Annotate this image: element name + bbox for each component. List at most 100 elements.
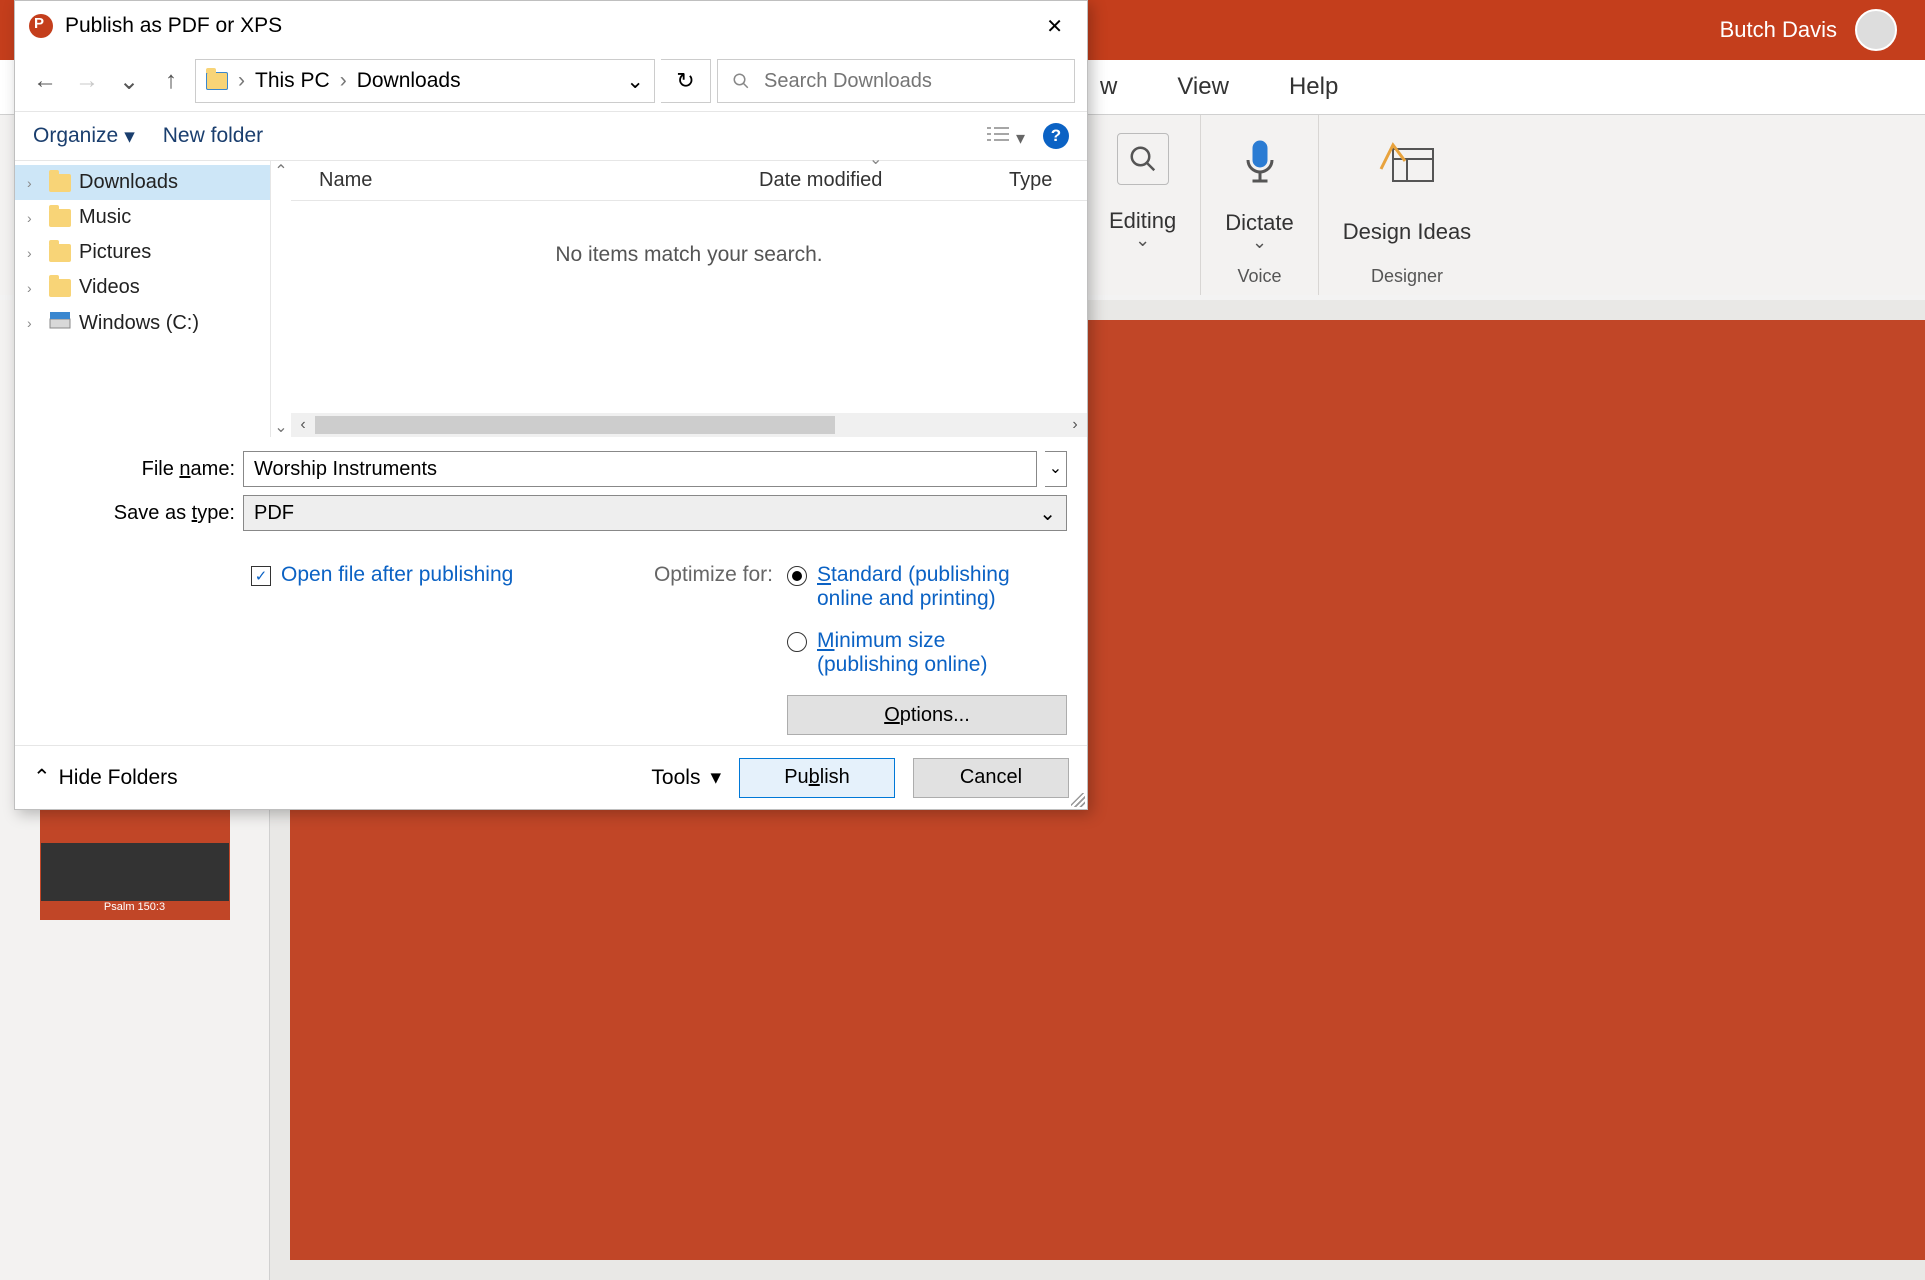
help-button[interactable]: ? bbox=[1043, 123, 1069, 149]
chevron-right-icon: › bbox=[27, 175, 41, 191]
radio-icon bbox=[787, 566, 807, 586]
tools-label: Tools bbox=[651, 766, 700, 790]
horizontal-scrollbar[interactable]: ‹ › bbox=[291, 413, 1087, 437]
scroll-left-icon[interactable]: ‹ bbox=[291, 413, 315, 437]
savetype-label: Save as type: bbox=[35, 502, 235, 525]
chevron-right-icon: › bbox=[27, 280, 41, 296]
column-type[interactable]: Type bbox=[1009, 169, 1052, 192]
checkbox-icon: ✓ bbox=[251, 566, 271, 586]
nav-row: ← → ⌄ ↑ › This PC › Downloads ⌄ ↻ bbox=[15, 51, 1087, 111]
folder-icon bbox=[49, 209, 71, 227]
drive-icon bbox=[49, 311, 71, 335]
chevron-down-icon[interactable]: ⌄ bbox=[1045, 451, 1067, 487]
publish-button[interactable]: Publish bbox=[739, 758, 895, 798]
tree-item-videos[interactable]: › Videos bbox=[15, 270, 270, 305]
scroll-up-icon[interactable]: ⌃ bbox=[274, 161, 287, 181]
column-date[interactable]: Date modified bbox=[759, 169, 1009, 192]
dialog-footer: ⌃ Hide Folders Tools ▾ Publish Cancel bbox=[15, 745, 1087, 809]
optimize-label: Optimize for: bbox=[654, 563, 773, 735]
tree-label: Downloads bbox=[79, 171, 178, 194]
powerpoint-icon bbox=[29, 14, 53, 38]
scroll-right-icon[interactable]: › bbox=[1063, 413, 1087, 437]
tools-dropdown[interactable]: Tools ▾ bbox=[651, 765, 721, 790]
open-after-checkbox[interactable]: ✓ Open file after publishing bbox=[251, 563, 513, 735]
column-name[interactable]: Name bbox=[319, 169, 759, 192]
tree-scrollbar[interactable]: ⌃ ⌄ bbox=[271, 161, 291, 437]
up-button[interactable]: ↑ bbox=[153, 63, 189, 99]
breadcrumb-bar[interactable]: › This PC › Downloads ⌄ bbox=[195, 59, 655, 103]
chevron-down-icon[interactable]: ⌄ bbox=[626, 69, 644, 94]
avatar[interactable] bbox=[1855, 9, 1897, 51]
scrollbar-thumb[interactable] bbox=[315, 416, 835, 434]
tree-label: Videos bbox=[79, 276, 140, 299]
tree-label: Windows (C:) bbox=[79, 312, 199, 335]
open-after-label: Open file after publishing bbox=[281, 563, 513, 587]
search-input[interactable] bbox=[764, 70, 1060, 93]
hide-folders-label: Hide Folders bbox=[59, 766, 178, 790]
search-box[interactable] bbox=[717, 59, 1075, 103]
ribbon-designer-group[interactable]: Design Ideas Designer bbox=[1319, 115, 1495, 295]
filename-label: File name: bbox=[35, 458, 235, 481]
tree-item-pictures[interactable]: › Pictures bbox=[15, 235, 270, 270]
forward-button[interactable]: → bbox=[69, 63, 105, 99]
empty-state-label: No items match your search. bbox=[555, 243, 822, 267]
radio-icon bbox=[787, 632, 807, 652]
folder-icon bbox=[49, 174, 71, 192]
view-options-button[interactable]: ▾ bbox=[985, 124, 1025, 149]
options-button[interactable]: Options... bbox=[787, 695, 1067, 735]
close-button[interactable]: ✕ bbox=[1036, 10, 1073, 43]
refresh-button[interactable]: ↻ bbox=[661, 59, 711, 103]
chevron-down-icon: ▾ bbox=[124, 124, 135, 149]
search-icon bbox=[1117, 133, 1169, 185]
tree-item-downloads[interactable]: › Downloads bbox=[15, 165, 270, 200]
resize-grip[interactable] bbox=[1071, 793, 1085, 807]
scroll-down-icon[interactable]: ⌄ bbox=[274, 417, 287, 437]
breadcrumb-this-pc[interactable]: This PC bbox=[255, 69, 330, 93]
folder-icon bbox=[49, 244, 71, 262]
save-form: File name: ⌄ Save as type: PDF ⌄ ✓ Open … bbox=[15, 437, 1087, 745]
hide-folders-button[interactable]: ⌃ Hide Folders bbox=[33, 765, 178, 790]
list-header[interactable]: Name Date modified Type bbox=[291, 161, 1087, 201]
ribbon-voice-label: Voice bbox=[1238, 266, 1282, 287]
dialog-title: Publish as PDF or XPS bbox=[65, 14, 282, 38]
tree-item-music[interactable]: › Music bbox=[15, 200, 270, 235]
ribbon-designer-label: Designer bbox=[1371, 266, 1443, 287]
design-ideas-icon bbox=[1377, 133, 1437, 193]
tree-item-windows-c[interactable]: › Windows (C:) bbox=[15, 305, 270, 341]
publish-dialog: Publish as PDF or XPS ✕ ← → ⌄ ↑ › This P… bbox=[14, 0, 1088, 810]
slide-thumbnail[interactable]: Psalm 150:3 bbox=[40, 810, 230, 920]
optimize-standard-radio[interactable]: Standard (publishing online and printing… bbox=[787, 563, 1017, 611]
tree-label: Pictures bbox=[79, 241, 151, 264]
chevron-right-icon: › bbox=[27, 245, 41, 261]
tab-help[interactable]: Help bbox=[1289, 73, 1338, 101]
folder-tree[interactable]: › Downloads › Music › Pictures › bbox=[15, 161, 271, 437]
new-folder-button[interactable]: New folder bbox=[163, 124, 263, 148]
breadcrumb-downloads[interactable]: Downloads bbox=[357, 69, 461, 93]
empty-state: No items match your search. bbox=[291, 201, 1087, 413]
recent-dropdown[interactable]: ⌄ bbox=[111, 63, 147, 99]
organize-button[interactable]: Organize ▾ bbox=[33, 124, 135, 149]
ribbon-design-ideas-label: Design Ideas bbox=[1343, 219, 1471, 245]
tree-label: Music bbox=[79, 206, 131, 229]
microphone-icon bbox=[1230, 133, 1290, 193]
ribbon-editing-label: Editing bbox=[1109, 208, 1176, 251]
tab-view[interactable]: View bbox=[1177, 73, 1229, 101]
filename-input[interactable] bbox=[243, 451, 1037, 487]
tab-partial[interactable]: w bbox=[1100, 73, 1117, 101]
chevron-down-icon: ▾ bbox=[710, 765, 721, 790]
search-icon bbox=[732, 71, 750, 91]
toolbar-row: Organize ▾ New folder ▾ ? bbox=[15, 111, 1087, 161]
ribbon-dictate-label: Dictate bbox=[1225, 210, 1293, 253]
cancel-button[interactable]: Cancel bbox=[913, 758, 1069, 798]
back-button[interactable]: ← bbox=[27, 63, 63, 99]
optimize-minimum-radio[interactable]: Minimum size (publishing online) bbox=[787, 629, 1017, 677]
ribbon-editing-group[interactable]: Editing bbox=[1085, 115, 1201, 295]
chevron-right-icon: › bbox=[27, 210, 41, 226]
folder-icon bbox=[206, 72, 228, 90]
chevron-right-icon: › bbox=[340, 69, 347, 93]
dialog-titlebar[interactable]: Publish as PDF or XPS ✕ bbox=[15, 1, 1087, 51]
ribbon-voice-group[interactable]: Dictate Voice bbox=[1201, 115, 1318, 295]
chevron-down-icon: ⌄ bbox=[1039, 501, 1056, 526]
optimize-standard-label: Standard (publishing online and printing… bbox=[817, 563, 1017, 611]
savetype-select[interactable]: PDF ⌄ bbox=[243, 495, 1067, 531]
